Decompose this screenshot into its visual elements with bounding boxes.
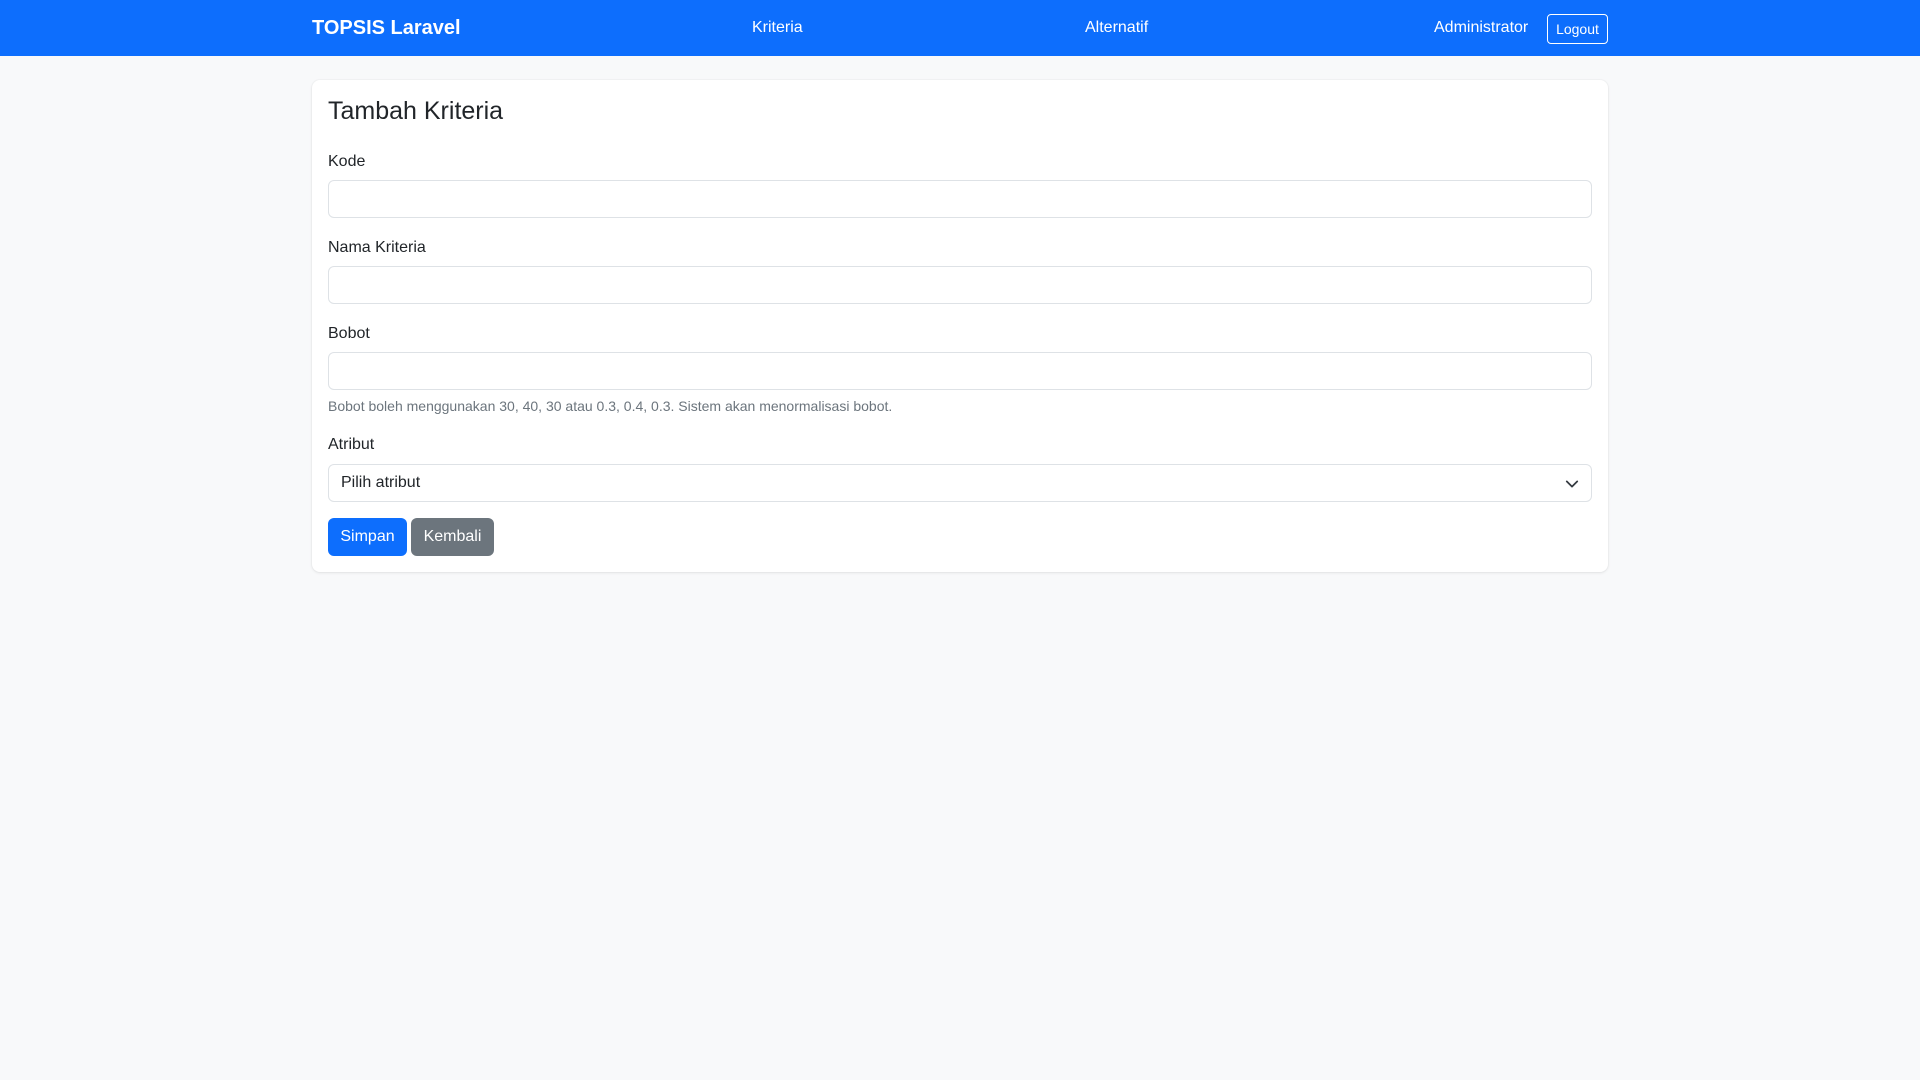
bobot-help-text: Bobot boleh menggunakan 30, 40, 30 atau … (328, 398, 893, 414)
logout-button[interactable]: Logout (1547, 14, 1608, 44)
kode-input[interactable] (328, 180, 1592, 218)
atribut-select[interactable]: Pilih atribut (328, 464, 1592, 502)
chevron-down-icon (1565, 480, 1579, 488)
top-navbar: TOPSIS Laravel Kriteria Alternatif Admin… (0, 0, 1920, 56)
kode-label: Kode (328, 153, 366, 170)
back-button[interactable]: Kembali (411, 518, 494, 556)
nav-link-alternatif[interactable]: Alternatif (1085, 17, 1148, 39)
page-title: Tambah Kriteria (328, 97, 504, 125)
nama-kriteria-label: Nama Kriteria (328, 239, 426, 256)
form-card: Tambah Kriteria Kode Nama Kriteria Bobot… (312, 80, 1608, 572)
nama-kriteria-input[interactable] (328, 266, 1592, 304)
bobot-label: Bobot (328, 325, 370, 342)
user-name: Administrator (1434, 19, 1529, 36)
atribut-selected-value: Pilih atribut (341, 474, 421, 491)
bobot-input[interactable] (328, 352, 1592, 390)
atribut-label: Atribut (328, 436, 375, 453)
save-button[interactable]: Simpan (328, 518, 407, 556)
brand-link[interactable]: TOPSIS Laravel (312, 15, 461, 41)
nav-link-kriteria[interactable]: Kriteria (752, 17, 803, 39)
